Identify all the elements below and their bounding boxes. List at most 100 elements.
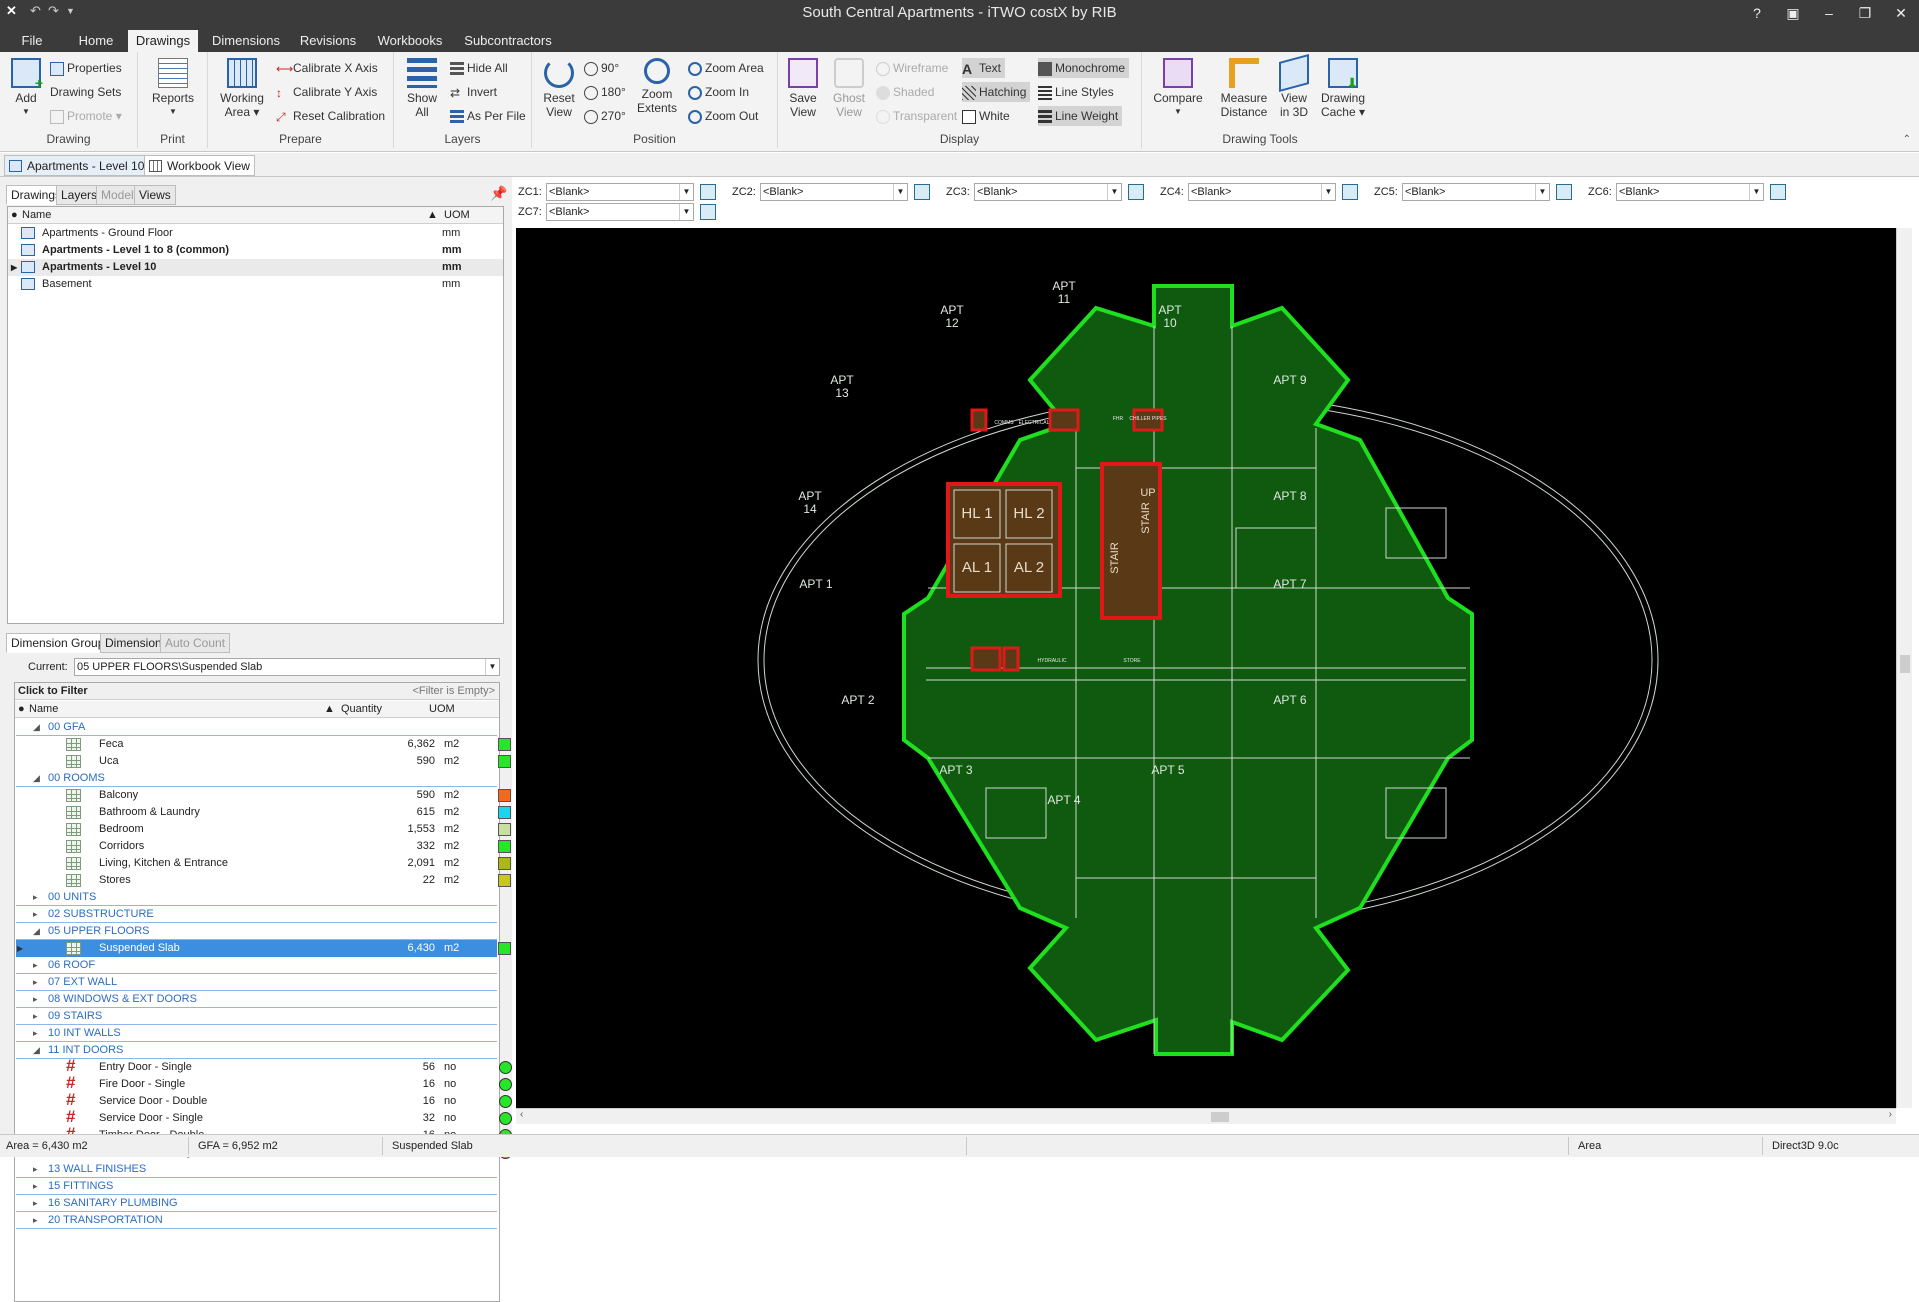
- drawing-sets-button[interactable]: Drawing Sets: [50, 82, 121, 102]
- dimension-group-row[interactable]: ▸ 09 STAIRS: [16, 1008, 497, 1025]
- calibrate-x-button[interactable]: ⟷Calibrate X Axis: [276, 58, 378, 78]
- wireframe-button[interactable]: Wireframe: [876, 58, 948, 78]
- expand-icon[interactable]: ▸: [33, 957, 38, 974]
- calibrate-y-button[interactable]: ↕ Calibrate Y Axis: [276, 82, 377, 102]
- zoom-extents-button[interactable]: Zoom Extents: [634, 58, 680, 115]
- transparent-button[interactable]: Transparent: [876, 106, 957, 126]
- help-icon[interactable]: ?: [1740, 2, 1774, 24]
- dimension-group-row[interactable]: ▸ 13 WALL FINISHES: [16, 1161, 497, 1178]
- tab-views-panel[interactable]: Views: [134, 185, 176, 205]
- minimize-icon[interactable]: –: [1812, 2, 1846, 24]
- expand-icon[interactable]: ▸: [33, 991, 38, 1008]
- tab-revisions[interactable]: Revisions: [296, 32, 360, 52]
- dimension-group-row[interactable]: ▸ 02 SUBSTRUCTURE: [16, 906, 497, 923]
- scroll-left-icon[interactable]: ‹: [520, 1109, 523, 1120]
- tab-model-panel[interactable]: Model: [96, 185, 139, 205]
- dimension-item-row[interactable]: ▶ Suspended Slab 6,430 m2: [16, 940, 511, 957]
- tab-dimension-groups[interactable]: Dimension Groups: [6, 633, 116, 653]
- zone-combo-select[interactable]: <Blank> ▼: [1188, 183, 1336, 201]
- close-icon[interactable]: ✕: [1884, 2, 1918, 24]
- filter-icon[interactable]: [1128, 184, 1144, 200]
- scroll-thumb[interactable]: [1211, 1112, 1229, 1122]
- dimension-group-row[interactable]: ◢ 05 UPPER FLOORS: [16, 923, 497, 940]
- expand-icon[interactable]: ▸: [33, 1212, 38, 1229]
- zone-combo-select[interactable]: <Blank> ▼: [974, 183, 1122, 201]
- collapse-icon[interactable]: ◢: [33, 923, 40, 940]
- expand-icon[interactable]: ▸: [33, 974, 38, 991]
- filter-icon[interactable]: [1556, 184, 1572, 200]
- color-swatch[interactable]: [498, 857, 511, 870]
- text-toggle[interactable]: A Text: [962, 58, 1006, 78]
- dimension-item-row[interactable]: Uca 590 m2: [16, 753, 511, 770]
- color-swatch[interactable]: [498, 874, 511, 887]
- invert-button[interactable]: ⇄ Invert: [450, 82, 497, 102]
- expand-icon[interactable]: ▸: [33, 1178, 38, 1195]
- zone-combo-select[interactable]: <Blank> ▼: [546, 203, 694, 221]
- color-swatch[interactable]: [498, 840, 511, 853]
- pin-icon[interactable]: 📌: [490, 185, 507, 202]
- white-toggle[interactable]: White: [962, 106, 1010, 126]
- zone-combo-select[interactable]: <Blank> ▼: [760, 183, 908, 201]
- hide-all-button[interactable]: Hide All: [450, 58, 508, 78]
- vertical-scrollbar[interactable]: [1896, 228, 1912, 1108]
- line-styles-toggle[interactable]: Line Styles: [1038, 82, 1114, 102]
- doc-tab-workbook-view[interactable]: Workbook View: [144, 155, 255, 176]
- drawing-row[interactable]: Apartments - Ground Floor mm: [8, 225, 503, 242]
- filter-icon[interactable]: [700, 184, 716, 200]
- reset-view-button[interactable]: Reset View: [538, 58, 580, 119]
- dimension-item-row[interactable]: # Fire Door - Single 16 no: [16, 1074, 512, 1093]
- measure-distance-button[interactable]: Measure Distance: [1218, 58, 1270, 119]
- dimension-group-row[interactable]: ◢ 11 INT DOORS: [16, 1042, 497, 1059]
- reset-calibration-button[interactable]: ⤢ Reset Calibration: [276, 106, 385, 126]
- tab-auto-count[interactable]: Auto Count: [160, 633, 231, 653]
- ghost-view-button[interactable]: Ghost View: [828, 58, 870, 119]
- shaded-button[interactable]: Shaded: [876, 82, 934, 102]
- scroll-right-icon[interactable]: ›: [1889, 1109, 1892, 1120]
- rotate-270-button[interactable]: 270°: [584, 106, 626, 126]
- dimension-item-row[interactable]: # Service Door - Double 16 no: [16, 1091, 512, 1110]
- dimension-group-row[interactable]: ▸ 06 ROOF: [16, 957, 497, 974]
- dimension-group-row[interactable]: ◢ 00 GFA: [16, 719, 497, 736]
- expand-icon[interactable]: ▸: [33, 889, 38, 906]
- color-swatch[interactable]: [498, 738, 511, 751]
- dimension-item-row[interactable]: Bedroom 1,553 m2: [16, 821, 511, 838]
- filter-icon[interactable]: [1770, 184, 1786, 200]
- as-per-file-button[interactable]: As Per File: [450, 106, 526, 126]
- dimension-item-row[interactable]: # Service Door - Single 32 no: [16, 1108, 512, 1127]
- expand-icon[interactable]: ▸: [33, 1195, 38, 1212]
- tab-subcontractors[interactable]: Subcontractors: [460, 32, 556, 52]
- line-weight-toggle[interactable]: Line Weight: [1038, 106, 1123, 126]
- color-swatch[interactable]: [499, 1095, 512, 1108]
- properties-button[interactable]: Properties: [50, 58, 122, 78]
- scroll-thumb[interactable]: [1900, 655, 1910, 673]
- collapse-icon[interactable]: ◢: [33, 1042, 40, 1059]
- dimension-item-row[interactable]: Balcony 590 m2: [16, 787, 511, 804]
- tab-file[interactable]: File: [12, 32, 52, 52]
- zone-combo-select[interactable]: <Blank> ▼: [546, 183, 694, 201]
- maximize-icon[interactable]: ❐: [1848, 2, 1882, 24]
- zoom-area-button[interactable]: Zoom Area: [688, 58, 764, 78]
- expand-icon[interactable]: ▸: [33, 1161, 38, 1178]
- floor-plan[interactable]: APT 11APT 12APT 10APT 13APT 9APT 14APT 8APT 1…: [516, 228, 1896, 1108]
- dimension-group-row[interactable]: ▸ 10 INT WALLS: [16, 1025, 497, 1042]
- drawing-row[interactable]: Basement mm: [8, 276, 503, 293]
- dimension-item-row[interactable]: Corridors 332 m2: [16, 838, 511, 855]
- filter-icon[interactable]: [914, 184, 930, 200]
- color-swatch[interactable]: [498, 755, 511, 768]
- add-button[interactable]: + Add ▼: [6, 58, 46, 119]
- dimension-group-row[interactable]: ▸ 00 UNITS: [16, 889, 497, 906]
- dimension-group-row[interactable]: ▸ 08 WINDOWS & EXT DOORS: [16, 991, 497, 1008]
- horizontal-scrollbar[interactable]: ‹ ›: [516, 1108, 1896, 1124]
- view-in-3d-button[interactable]: View in 3D: [1274, 53, 1314, 119]
- filter-icon[interactable]: [1342, 184, 1358, 200]
- collapse-icon[interactable]: ◢: [33, 770, 40, 787]
- color-swatch[interactable]: [499, 1078, 512, 1091]
- color-swatch[interactable]: [499, 1112, 512, 1125]
- promote-button[interactable]: Promote ▾: [50, 106, 122, 126]
- zone-combo-select[interactable]: <Blank> ▼: [1616, 183, 1764, 201]
- monochrome-toggle[interactable]: Monochrome: [1038, 58, 1130, 78]
- filter-icon[interactable]: [700, 204, 716, 220]
- tab-drawings[interactable]: Drawings: [128, 30, 198, 52]
- dimension-item-row[interactable]: Stores 22 m2: [16, 872, 511, 889]
- doc-tab-apartments-level-10[interactable]: Apartments - Level 10: [4, 155, 150, 176]
